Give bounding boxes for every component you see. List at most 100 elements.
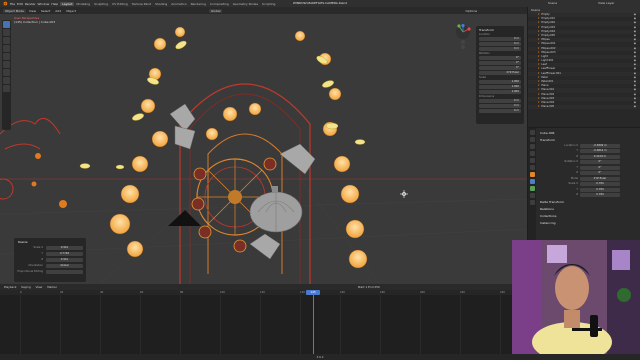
tab-compositing[interactable]: Compositing: [208, 2, 231, 6]
property-value-field[interactable]: XYZ Euler: [580, 176, 620, 181]
modifier-tab-icon[interactable]: [529, 179, 535, 184]
measure-tool-icon[interactable]: [3, 77, 10, 84]
menu-timeline-view[interactable]: View: [36, 285, 43, 289]
navigation-gizmo[interactable]: [452, 24, 474, 50]
tab-texture-paint[interactable]: Texture Paint: [130, 2, 153, 6]
tab-animation[interactable]: Animation: [169, 2, 188, 6]
menu-select[interactable]: Select: [39, 9, 52, 13]
location-x-field[interactable]: 0 m: [479, 37, 521, 41]
frame-tick-label: 40: [100, 290, 104, 294]
output-tab-icon[interactable]: [529, 144, 535, 149]
scale-z-field[interactable]: 1.000: [479, 90, 521, 94]
object-name-field[interactable]: Cube.006: [540, 131, 640, 135]
properties-section-header[interactable]: Transform: [540, 138, 640, 142]
annotate-tool-icon[interactable]: [3, 69, 10, 76]
menu-file[interactable]: File: [10, 2, 15, 6]
pumpkin-mesh: [249, 186, 303, 233]
dimensions-z-field[interactable]: 0 m: [479, 109, 521, 113]
menu-marker[interactable]: Marker: [47, 285, 57, 289]
property-value-field[interactable]: 0.784: [580, 187, 620, 192]
view-layer-tab-icon[interactable]: [529, 151, 535, 156]
proportional-editing-checkbox[interactable]: [46, 270, 83, 274]
world-tab-icon[interactable]: [529, 165, 535, 170]
move-tool-icon[interactable]: [3, 37, 10, 44]
add-cube-tool-icon[interactable]: [3, 85, 10, 92]
property-value-field[interactable]: 0.784: [580, 182, 620, 186]
outliner-item[interactable]: ▾ Plane.005 ◉: [528, 105, 640, 110]
rotation-y-field[interactable]: 0°: [479, 61, 521, 65]
view-layer-selector[interactable]: View Layer: [598, 1, 614, 5]
property-value-field[interactable]: 0°: [580, 165, 620, 170]
scale-y-field[interactable]: 1.000: [479, 85, 521, 89]
menu-keying[interactable]: Keying: [21, 285, 30, 289]
tab-shading[interactable]: Shading: [153, 2, 169, 6]
menu-add[interactable]: Add: [53, 9, 63, 13]
rotate-tool-icon[interactable]: [3, 45, 10, 52]
orientation-dropdown[interactable]: Global: [46, 264, 83, 268]
scale-y-input[interactable]: 0.7748: [46, 252, 83, 256]
scale-z-input[interactable]: 0.941: [46, 258, 83, 262]
rotation-mode-dropdown[interactable]: XYZ Euler: [479, 71, 521, 75]
tab-modeling[interactable]: Modeling: [74, 2, 92, 6]
property-value-field[interactable]: 0°: [580, 171, 620, 175]
cursor-tool-icon[interactable]: [3, 29, 10, 36]
render-tab-icon[interactable]: [529, 137, 535, 142]
dimensions-x-field[interactable]: 0 m: [479, 99, 521, 103]
playhead[interactable]: [313, 290, 314, 354]
transform-tool-icon[interactable]: [3, 61, 10, 68]
property-label: Scale X: [568, 182, 578, 185]
object-type-icon: ▾: [538, 29, 540, 33]
timeline[interactable]: [0, 290, 512, 354]
property-value-field[interactable]: 0.4418 m: [580, 154, 620, 159]
current-frame-indicator[interactable]: 145: [306, 290, 320, 295]
property-value-field[interactable]: -0.5899 m: [580, 143, 620, 148]
transform-orientation-dropdown[interactable]: Global: [208, 8, 223, 13]
tab-geometry-nodes[interactable]: Geometry Nodes: [231, 2, 260, 6]
property-value-field[interactable]: 0.784: [580, 193, 620, 197]
outliner-item-label: Empty.002: [541, 21, 556, 25]
menu-help[interactable]: Help: [51, 2, 58, 6]
properties-section-header[interactable]: Instancing: [540, 221, 640, 225]
location-z-field[interactable]: 0 m: [479, 47, 521, 51]
object-tab-icon[interactable]: [529, 172, 535, 177]
property-value-field[interactable]: 0°: [580, 160, 620, 164]
scale-x-input[interactable]: 0.941: [46, 246, 83, 250]
outliner-item-label: Empty.003: [541, 25, 556, 29]
menu-view[interactable]: View: [27, 9, 38, 13]
constraint-tab-icon[interactable]: [529, 186, 535, 191]
menu-window[interactable]: Window: [38, 2, 50, 6]
scene-selector[interactable]: Scene: [548, 1, 557, 5]
menu-render[interactable]: Render: [25, 2, 36, 6]
menu-edit[interactable]: Edit: [17, 2, 23, 6]
property-value-field[interactable]: -0.6816 m: [580, 149, 620, 153]
dimensions-y-field[interactable]: 0 m: [479, 104, 521, 108]
object-mode-dropdown[interactable]: Object Mode: [3, 8, 26, 13]
scale-x-field[interactable]: 1.000: [479, 80, 521, 84]
tab-layout[interactable]: Layout: [60, 1, 75, 6]
tab-uv-editing[interactable]: UV Editing: [110, 2, 130, 6]
location-y-field[interactable]: 0 m: [479, 42, 521, 46]
tab-rendering[interactable]: Rendering: [189, 2, 208, 6]
frame-tick-label: 0: [20, 290, 22, 294]
frame-range[interactable]: Start 1 End 250: [358, 285, 380, 289]
options-dropdown[interactable]: Options: [463, 9, 479, 13]
properties-section-header[interactable]: Collections: [540, 214, 640, 218]
frame-ruler[interactable]: 0 20 40 60 80 100 120 140 160 180 200 220 240: [0, 290, 512, 295]
visibility-eye-icon[interactable]: ◉: [634, 105, 636, 109]
menu-object[interactable]: Object: [64, 9, 78, 13]
menu-playback[interactable]: Playback: [4, 285, 16, 289]
tool-tab-icon[interactable]: [529, 130, 535, 135]
property-label: Y: [576, 187, 578, 191]
rotation-x-field[interactable]: 0°: [479, 56, 521, 60]
material-tab-icon[interactable]: [529, 200, 535, 205]
tab-sculpting[interactable]: Sculpting: [92, 2, 110, 6]
properties-section-header[interactable]: Delta Transform: [540, 200, 640, 204]
data-tab-icon[interactable]: [529, 193, 535, 198]
select-box-tool-icon[interactable]: [3, 21, 10, 28]
properties-section-header[interactable]: Relations: [540, 207, 640, 211]
blender-logo-icon[interactable]: [2, 1, 8, 6]
scale-tool-icon[interactable]: [3, 53, 10, 60]
object-type-icon: ▾: [538, 17, 540, 21]
rotation-z-field[interactable]: 0°: [479, 66, 521, 70]
scene-tab-icon[interactable]: [529, 158, 535, 163]
